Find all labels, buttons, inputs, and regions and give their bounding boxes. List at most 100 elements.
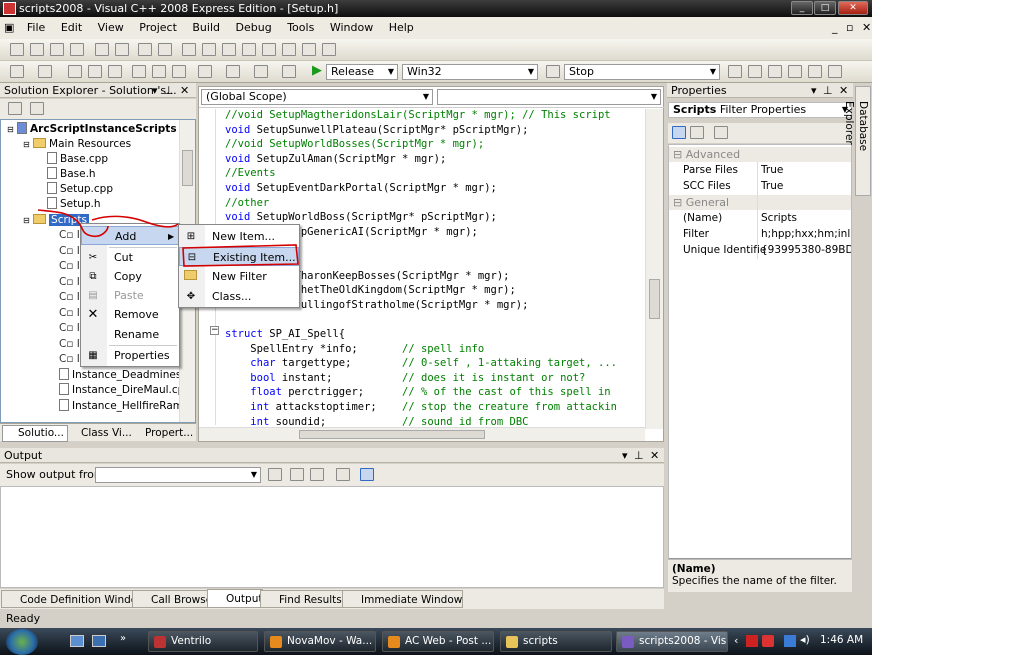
scrollbar-thumb[interactable] <box>182 150 193 186</box>
categorized-icon[interactable] <box>672 126 686 139</box>
tab-call-browser[interactable]: Call Browser <box>132 590 218 608</box>
tab-property-manager[interactable]: Propert... <box>130 426 193 441</box>
project-node[interactable]: ⊟ ArcScriptInstanceScripts <box>7 122 177 137</box>
code-line[interactable]: //void SetupMagtheridonsLair(ScriptMgr *… <box>225 108 611 123</box>
menu-edit[interactable]: Edit <box>55 17 88 39</box>
menu-tools[interactable]: Tools <box>281 17 320 39</box>
solution-platform-select[interactable]: Win32 ▼ <box>402 64 538 80</box>
find-combo[interactable]: Stop ▼ <box>564 64 720 80</box>
tray-expand-icon[interactable]: ‹ <box>734 634 738 647</box>
indent-icon[interactable] <box>95 43 109 56</box>
category-advanced[interactable]: ⊟ Advanced <box>669 147 851 162</box>
volume-icon[interactable]: ◂) <box>800 633 810 646</box>
copy-icon[interactable] <box>152 65 166 78</box>
save-icon[interactable] <box>88 65 102 78</box>
member-select[interactable]: ▼ <box>437 89 661 105</box>
bookmark-icon[interactable] <box>182 43 196 56</box>
prop-parse-files-value[interactable]: True <box>761 163 783 178</box>
navigate-forward-icon[interactable] <box>282 65 296 78</box>
bookmark-next-icon[interactable] <box>222 43 236 56</box>
code-line[interactable]: //Events <box>225 166 276 181</box>
submenu-existing-item[interactable]: ⊟ Existing Item... <box>179 247 299 266</box>
scrollbar-thumb[interactable] <box>649 279 660 319</box>
close-icon[interactable]: ✕ <box>839 83 848 98</box>
redo-icon[interactable] <box>226 65 240 78</box>
toolbar-icon-3[interactable] <box>50 43 64 56</box>
toolbar-icon-1[interactable] <box>10 43 24 56</box>
menu-debug[interactable]: Debug <box>230 17 278 39</box>
list-item[interactable]: C▫ I <box>59 259 80 274</box>
properties-icon[interactable] <box>8 102 22 115</box>
output-source-select[interactable]: ▼ <box>95 467 261 483</box>
minimize-button[interactable]: _ <box>791 1 813 15</box>
prop-unique-id-value[interactable]: {93995380-89BD-4b0 <box>761 243 851 258</box>
menu-item-copy[interactable]: ⧉ Copy <box>81 267 179 286</box>
taskbar-scripts2008[interactable]: scripts2008 - Vis... <box>616 631 728 652</box>
open-icon[interactable] <box>68 65 82 78</box>
code-line[interactable]: void SetupWorldBoss(ScriptMgr* pScriptMg… <box>225 210 497 225</box>
database-explorer-tab[interactable]: Database Explorer <box>843 86 871 196</box>
dropdown-icon[interactable]: ▾ <box>622 448 628 463</box>
file-instance-deadmines[interactable]: Instance_Deadmines.cp <box>59 368 195 383</box>
show-all-files-icon[interactable] <box>30 102 44 115</box>
property-pages-icon[interactable] <box>714 126 728 139</box>
menu-build[interactable]: Build <box>186 17 226 39</box>
menu-help[interactable]: Help <box>383 17 420 39</box>
code-line[interactable]: void SetupEventDarkPortal(ScriptMgr * mg… <box>225 181 497 196</box>
menu-item-add[interactable]: Add ▶ <box>81 226 179 245</box>
editor-horizontal-scrollbar[interactable] <box>199 427 645 441</box>
taskbar-novamov[interactable]: NovaMov - Wa... <box>264 631 376 652</box>
list-item[interactable]: C▫ I <box>59 337 80 352</box>
pin-icon[interactable]: ⊥ <box>164 83 174 98</box>
pin-icon[interactable]: ⊥ <box>634 448 644 463</box>
maximize-button[interactable]: □ <box>814 1 836 15</box>
menu-file[interactable]: File <box>21 17 51 39</box>
code-line[interactable]: int attackstoptimer; // stop the creatur… <box>225 400 617 415</box>
start-debug-icon[interactable]: ▶ <box>312 63 322 78</box>
dropdown-icon[interactable]: ▾ <box>152 83 158 98</box>
file-base-cpp[interactable]: Base.cpp <box>47 152 108 167</box>
tab-immediate-window[interactable]: Immediate Window <box>342 590 464 608</box>
go-to-line-icon[interactable] <box>268 468 282 481</box>
code-line[interactable]: SpellEntry *info; // spell info <box>225 342 484 357</box>
window-layout-icon[interactable] <box>828 65 842 78</box>
menu-project[interactable]: Project <box>133 17 183 39</box>
show-desktop-icon[interactable] <box>70 635 84 647</box>
list-item[interactable]: C▫ I <box>59 244 80 259</box>
solution-config-select[interactable]: Release ▼ <box>326 64 398 80</box>
close-icon[interactable]: ✕ <box>180 83 189 98</box>
code-line[interactable]: char targettype; // 0-self , 1-attaking … <box>225 356 617 371</box>
toolbox-icon[interactable] <box>788 65 802 78</box>
clear-all-icon[interactable] <box>336 468 350 481</box>
code-line[interactable]: struct SP_AI_Spell{ <box>225 327 345 342</box>
dropdown-icon[interactable]: ▾ <box>811 83 817 98</box>
outdent-icon[interactable] <box>115 43 129 56</box>
pin-icon[interactable]: ⊥ <box>823 83 833 98</box>
list-item[interactable]: C▫ I <box>59 290 80 305</box>
list-item[interactable]: C▫ I <box>59 275 80 290</box>
find-in-files-icon[interactable] <box>546 65 560 78</box>
output-text-area[interactable] <box>0 486 664 588</box>
file-setup-h[interactable]: Setup.h <box>47 197 101 212</box>
menu-item-remove[interactable]: ✕ Remove <box>81 305 179 324</box>
code-line[interactable]: void SetupZulAman(ScriptMgr * mgr); <box>225 152 446 167</box>
bookmark-folder-icon[interactable] <box>242 43 256 56</box>
properties-icon[interactable] <box>748 65 762 78</box>
next-message-icon[interactable] <box>310 468 324 481</box>
taskbar-ventrilo[interactable]: Ventrilo <box>148 631 258 652</box>
clock[interactable]: 1:46 AM <box>820 634 863 646</box>
code-line[interactable]: bool instant; // does it is instant or n… <box>225 371 585 386</box>
tray-icon-b[interactable] <box>762 635 774 647</box>
toolbar-icon-4[interactable] <box>70 43 84 56</box>
menu-item-cut[interactable]: ✂ Cut <box>81 248 179 267</box>
list-item[interactable]: C▫ I <box>59 228 80 243</box>
code-line[interactable]: float perctrigger; // % of the cast of t… <box>225 385 610 400</box>
network-icon[interactable] <box>784 635 796 647</box>
new-project-icon[interactable] <box>10 65 24 78</box>
code-line[interactable]: void SetupSunwellPlateau(ScriptMgr* pScr… <box>225 123 528 138</box>
alphabetical-icon[interactable] <box>690 126 704 139</box>
solution-explorer-icon[interactable] <box>728 65 742 78</box>
tab-find-results[interactable]: Find Results 1 <box>260 590 353 608</box>
scope-select[interactable]: (Global Scope) ▼ <box>201 89 433 105</box>
scrollbar-thumb[interactable] <box>299 430 485 439</box>
